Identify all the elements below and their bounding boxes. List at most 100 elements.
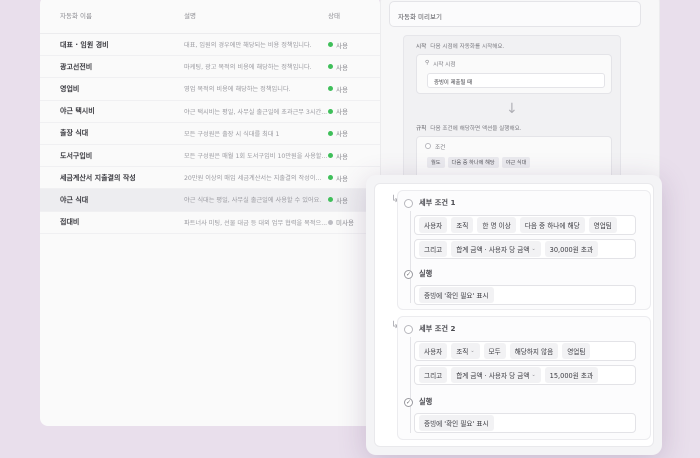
status-dot-icon [328, 153, 333, 159]
condition-label: 조건 [435, 145, 446, 151]
chip-subject[interactable]: 사용자 [419, 217, 448, 233]
sub-condition-1: 세부 조건 1 사용자 조직 한 명 이상 다음 중 하나에 해당 영업팀 그리… [397, 190, 651, 310]
chip[interactable]: 월도 [427, 157, 445, 168]
chip-amount-dropdown[interactable]: 합계 금액 · 사용자 당 금액 ⌄ [451, 241, 541, 257]
chip-operator[interactable]: 해당하지 않음 [509, 343, 559, 359]
status-badge: 사용 [328, 84, 380, 94]
chip-subject[interactable]: 사용자 [419, 343, 448, 359]
row-desc: 야근 택시비는 평일, 사무실 출근일에 초과근무 3시간... [184, 108, 328, 116]
row-desc: 20만원 이상의 매입 세금계산서는 지출결의 작성이... [184, 175, 322, 183]
rule-row: 규칙 다음 조건에 해당하면 액션을 실행해요. [416, 124, 522, 132]
status-text: 사용 [336, 63, 348, 72]
row-desc: 파트너사 미팅, 선물 대금 등 대외 업무 협력을 목적으... [184, 219, 328, 227]
action-chip[interactable]: 증빙에 '확인 필요' 표시 [419, 415, 494, 431]
status-dot-icon [328, 197, 333, 203]
action-row: 증빙에 '확인 필요' 표시 [414, 413, 636, 433]
list-header: 자동화 이름 설명 상태 [40, 0, 380, 34]
chip[interactable]: 야근 식대 [501, 157, 531, 168]
sub-conditions-overlay: ↳ 세부 조건 1 사용자 조직 한 명 이상 다음 중 하나에 해당 영업팀 … [366, 175, 662, 455]
condition-chips: 월도 다음 중 하나에 해당 야근 식대 [427, 157, 531, 168]
table-row[interactable]: 접대비 파트너사 미팅, 선물 대금 등 대외 업무 협력을 목적으... 미사… [40, 212, 380, 234]
status-dot-icon [328, 64, 333, 70]
sub-condition-2-label: 세부 조건 2 [419, 324, 456, 333]
start-point-card[interactable]: ⚲ 시작 시점 증빙이 제출될 때 [416, 54, 612, 94]
connector-line [410, 337, 411, 433]
status-dot-icon [328, 219, 333, 225]
table-row[interactable]: 야근 택시비 야근 택시비는 평일, 사무실 출근일에 초과근무 3시간... … [40, 101, 380, 123]
row-name: 접대비 [60, 218, 80, 227]
rule-label: 규칙 [416, 126, 427, 132]
status-text: 사용 [336, 196, 348, 205]
radio-icon[interactable] [404, 324, 413, 334]
check-circle-icon: ✓ [404, 269, 413, 279]
chip[interactable]: 다음 중 하나에 해당 [447, 157, 499, 168]
automation-list-panel: 자동화 이름 설명 상태 대표 · 임원 경비 대표, 임원의 경우에만 해당되… [40, 0, 380, 426]
start-row: 시작 다음 시점에 자동화를 시작해요. [416, 42, 504, 50]
preview-body: 시작 다음 시점에 자동화를 시작해요. ⚲ 시작 시점 증빙이 제출될 때 ↓… [403, 35, 621, 193]
sub-condition-2-header: 세부 조건 2 [404, 324, 455, 334]
status-badge: 사용 [328, 62, 380, 72]
start-point-label: 시작 시점 [433, 62, 456, 68]
chip-threshold[interactable]: 30,000원 초과 [544, 241, 599, 257]
radio-icon[interactable] [404, 198, 413, 208]
status-text: 미사용 [336, 219, 354, 228]
condition-row: 그리고 합계 금액 · 사용자 당 금액 ⌄ 30,000원 초과 [414, 239, 636, 259]
status-dot-icon [328, 86, 333, 92]
action-chip[interactable]: 증빙에 '확인 필요' 표시 [419, 287, 494, 303]
row-desc: 영업 목적의 비용에 해당하는 정책입니다. [184, 86, 291, 94]
condition-row: 사용자 조직 ⌄ 모두 해당하지 않음 영업팀 [414, 341, 636, 361]
status-dot-icon [328, 108, 333, 114]
table-row[interactable]: 도서구입비 모든 구성원은 매월 1회 도서구입비 10만원을 사용할... 사… [40, 145, 380, 168]
table-row[interactable]: 광고선전비 마케팅, 광고 목적의 비용에 해당하는 정책입니다. 사용 [40, 56, 380, 79]
status-text: 사용 [336, 41, 348, 50]
sub-condition-1-header: 세부 조건 1 [404, 198, 455, 208]
condition-header: 조건 [425, 143, 445, 151]
status-badge: 사용 [328, 106, 380, 116]
row-desc: 모든 구성원은 출장 시 식대를 최대 1 [184, 130, 280, 138]
row-name: 영업비 [60, 84, 80, 93]
status-badge: 사용 [328, 40, 380, 50]
action-header: ✓ 실행 [404, 397, 432, 407]
sub-conditions-card: ↳ 세부 조건 1 사용자 조직 한 명 이상 다음 중 하나에 해당 영업팀 … [374, 183, 654, 447]
start-label: 시작 [416, 44, 427, 50]
table-row[interactable]: 영업비 영업 목적의 비용에 해당하는 정책입니다. 사용 [40, 78, 380, 101]
status-badge: 사용 [328, 151, 380, 161]
chip-quantifier[interactable]: 한 명 이상 [477, 217, 516, 233]
connector-line [410, 211, 411, 303]
row-name: 세금계산서 지출결의 작성 [60, 173, 136, 182]
row-name: 광고선전비 [60, 62, 93, 71]
chip-operator[interactable]: 다음 중 하나에 해당 [519, 217, 585, 233]
status-dot-icon [328, 42, 333, 48]
chip-field-dropdown[interactable]: 조직 ⌄ [451, 343, 480, 359]
table-row[interactable]: 대표 · 임원 경비 대표, 임원의 경우에만 해당되는 비용 정책입니다. 사… [40, 34, 380, 57]
status-text: 사용 [336, 85, 348, 94]
action-label: 실행 [419, 397, 433, 406]
row-name: 야근 택시비 [60, 107, 95, 116]
start-point-field[interactable]: 증빙이 제출될 때 [427, 73, 605, 88]
sub-condition-1-label: 세부 조건 1 [419, 198, 456, 207]
automation-preview-panel: 자동화 미리보기 시작 다음 시점에 자동화를 시작해요. ⚲ 시작 시점 증빙… [380, 0, 660, 194]
status-badge: 사용 [328, 128, 380, 138]
chip-threshold[interactable]: 15,000원 초과 [544, 367, 599, 383]
chip-value[interactable]: 영업팀 [588, 217, 617, 233]
rule-text: 다음 조건에 해당하면 액션을 실행해요. [430, 126, 522, 132]
chip-field[interactable]: 조직 [451, 217, 474, 233]
location-pin-icon: ⚲ [425, 60, 430, 66]
condition-row: 사용자 조직 한 명 이상 다음 중 하나에 해당 영업팀 [414, 215, 636, 235]
row-name: 도서구입비 [60, 151, 93, 160]
chip-value[interactable]: 영업팀 [562, 343, 591, 359]
chip-amount-dropdown[interactable]: 합계 금액 · 사용자 당 금액 ⌄ [451, 367, 541, 383]
status-dot-icon [328, 130, 333, 136]
chip-conjunction[interactable]: 그리고 [419, 367, 448, 383]
header-name: 자동화 이름 [60, 11, 92, 20]
status-text: 사용 [336, 130, 348, 139]
chip-conjunction[interactable]: 그리고 [419, 241, 448, 257]
table-row-selected[interactable]: 야근 식대 야근 식대는 평일, 사무실 출근일에 사용할 수 있어요. 사용 [40, 189, 380, 212]
chip-quantifier[interactable]: 모두 [483, 343, 506, 359]
table-row[interactable]: 세금계산서 지출결의 작성 20만원 이상의 매입 세금계산서는 지출결의 작성… [40, 167, 380, 190]
row-name: 대표 · 임원 경비 [60, 40, 109, 49]
table-row[interactable]: 출장 식대 모든 구성원은 출장 시 식대를 최대 1 사용 [40, 123, 380, 145]
dropdown-label: 합계 금액 · 사용자 당 금액 [456, 372, 530, 380]
check-circle-icon: ✓ [404, 397, 413, 407]
header-desc: 설명 [184, 11, 196, 20]
